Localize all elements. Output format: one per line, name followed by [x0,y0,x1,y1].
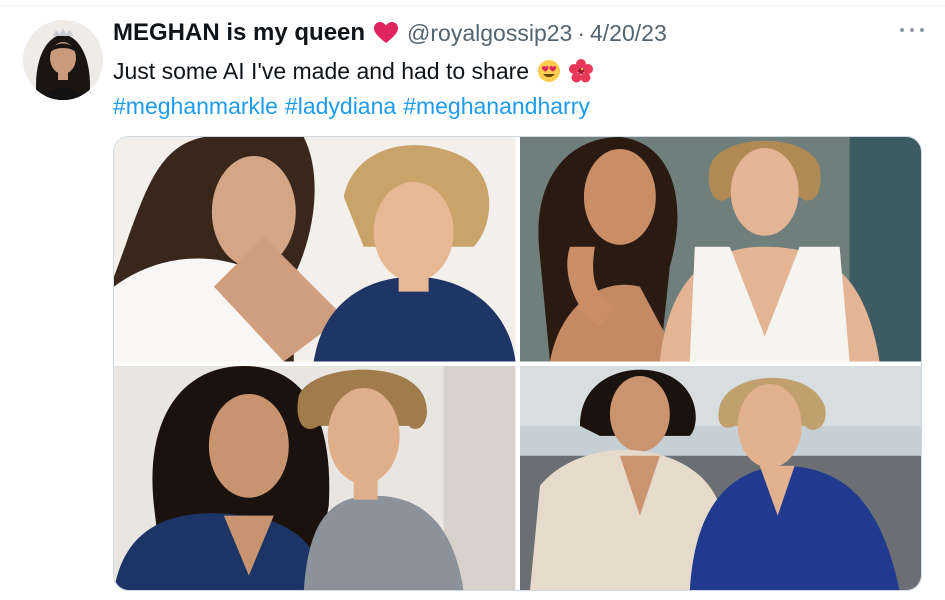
media-grid [113,136,922,591]
hashtag-link[interactable]: #ladydiana [285,93,396,120]
more-dot [900,28,904,32]
hashtag-line: #meghanmarkle #ladydiana #meghanandharry [113,91,597,121]
more-dot [920,28,924,32]
tweet-header: MEGHAN is my queen @royalgossip23 · 4/20… [113,16,885,50]
display-name[interactable]: MEGHAN is my queen [113,19,365,47]
more-horizontal-icon[interactable] [900,22,924,38]
media-image-1[interactable] [114,137,516,362]
hashtag-link[interactable]: #meghanmarkle [113,93,278,120]
tweet-date[interactable]: 4/20/23 [590,20,667,47]
heart-icon [373,21,399,45]
hibiscus-icon [569,59,594,83]
tweet-text: Just some AI I've made and had to share [113,57,530,84]
more-dot [910,28,914,32]
separator-dot: · [577,19,585,46]
media-image-3[interactable] [114,365,516,590]
user-handle[interactable]: @royalgossip23 [407,20,572,47]
hashtag-link[interactable]: #meghanandharry [403,93,590,120]
avatar-image [23,20,103,100]
avatar[interactable] [23,20,103,100]
tweet-text-line: Just some AI I've made and had to share [113,56,594,86]
top-divider [0,5,945,6]
media-image-2[interactable] [519,137,921,362]
heart-eyes-face-icon [537,59,561,83]
media-image-4[interactable] [519,365,921,590]
